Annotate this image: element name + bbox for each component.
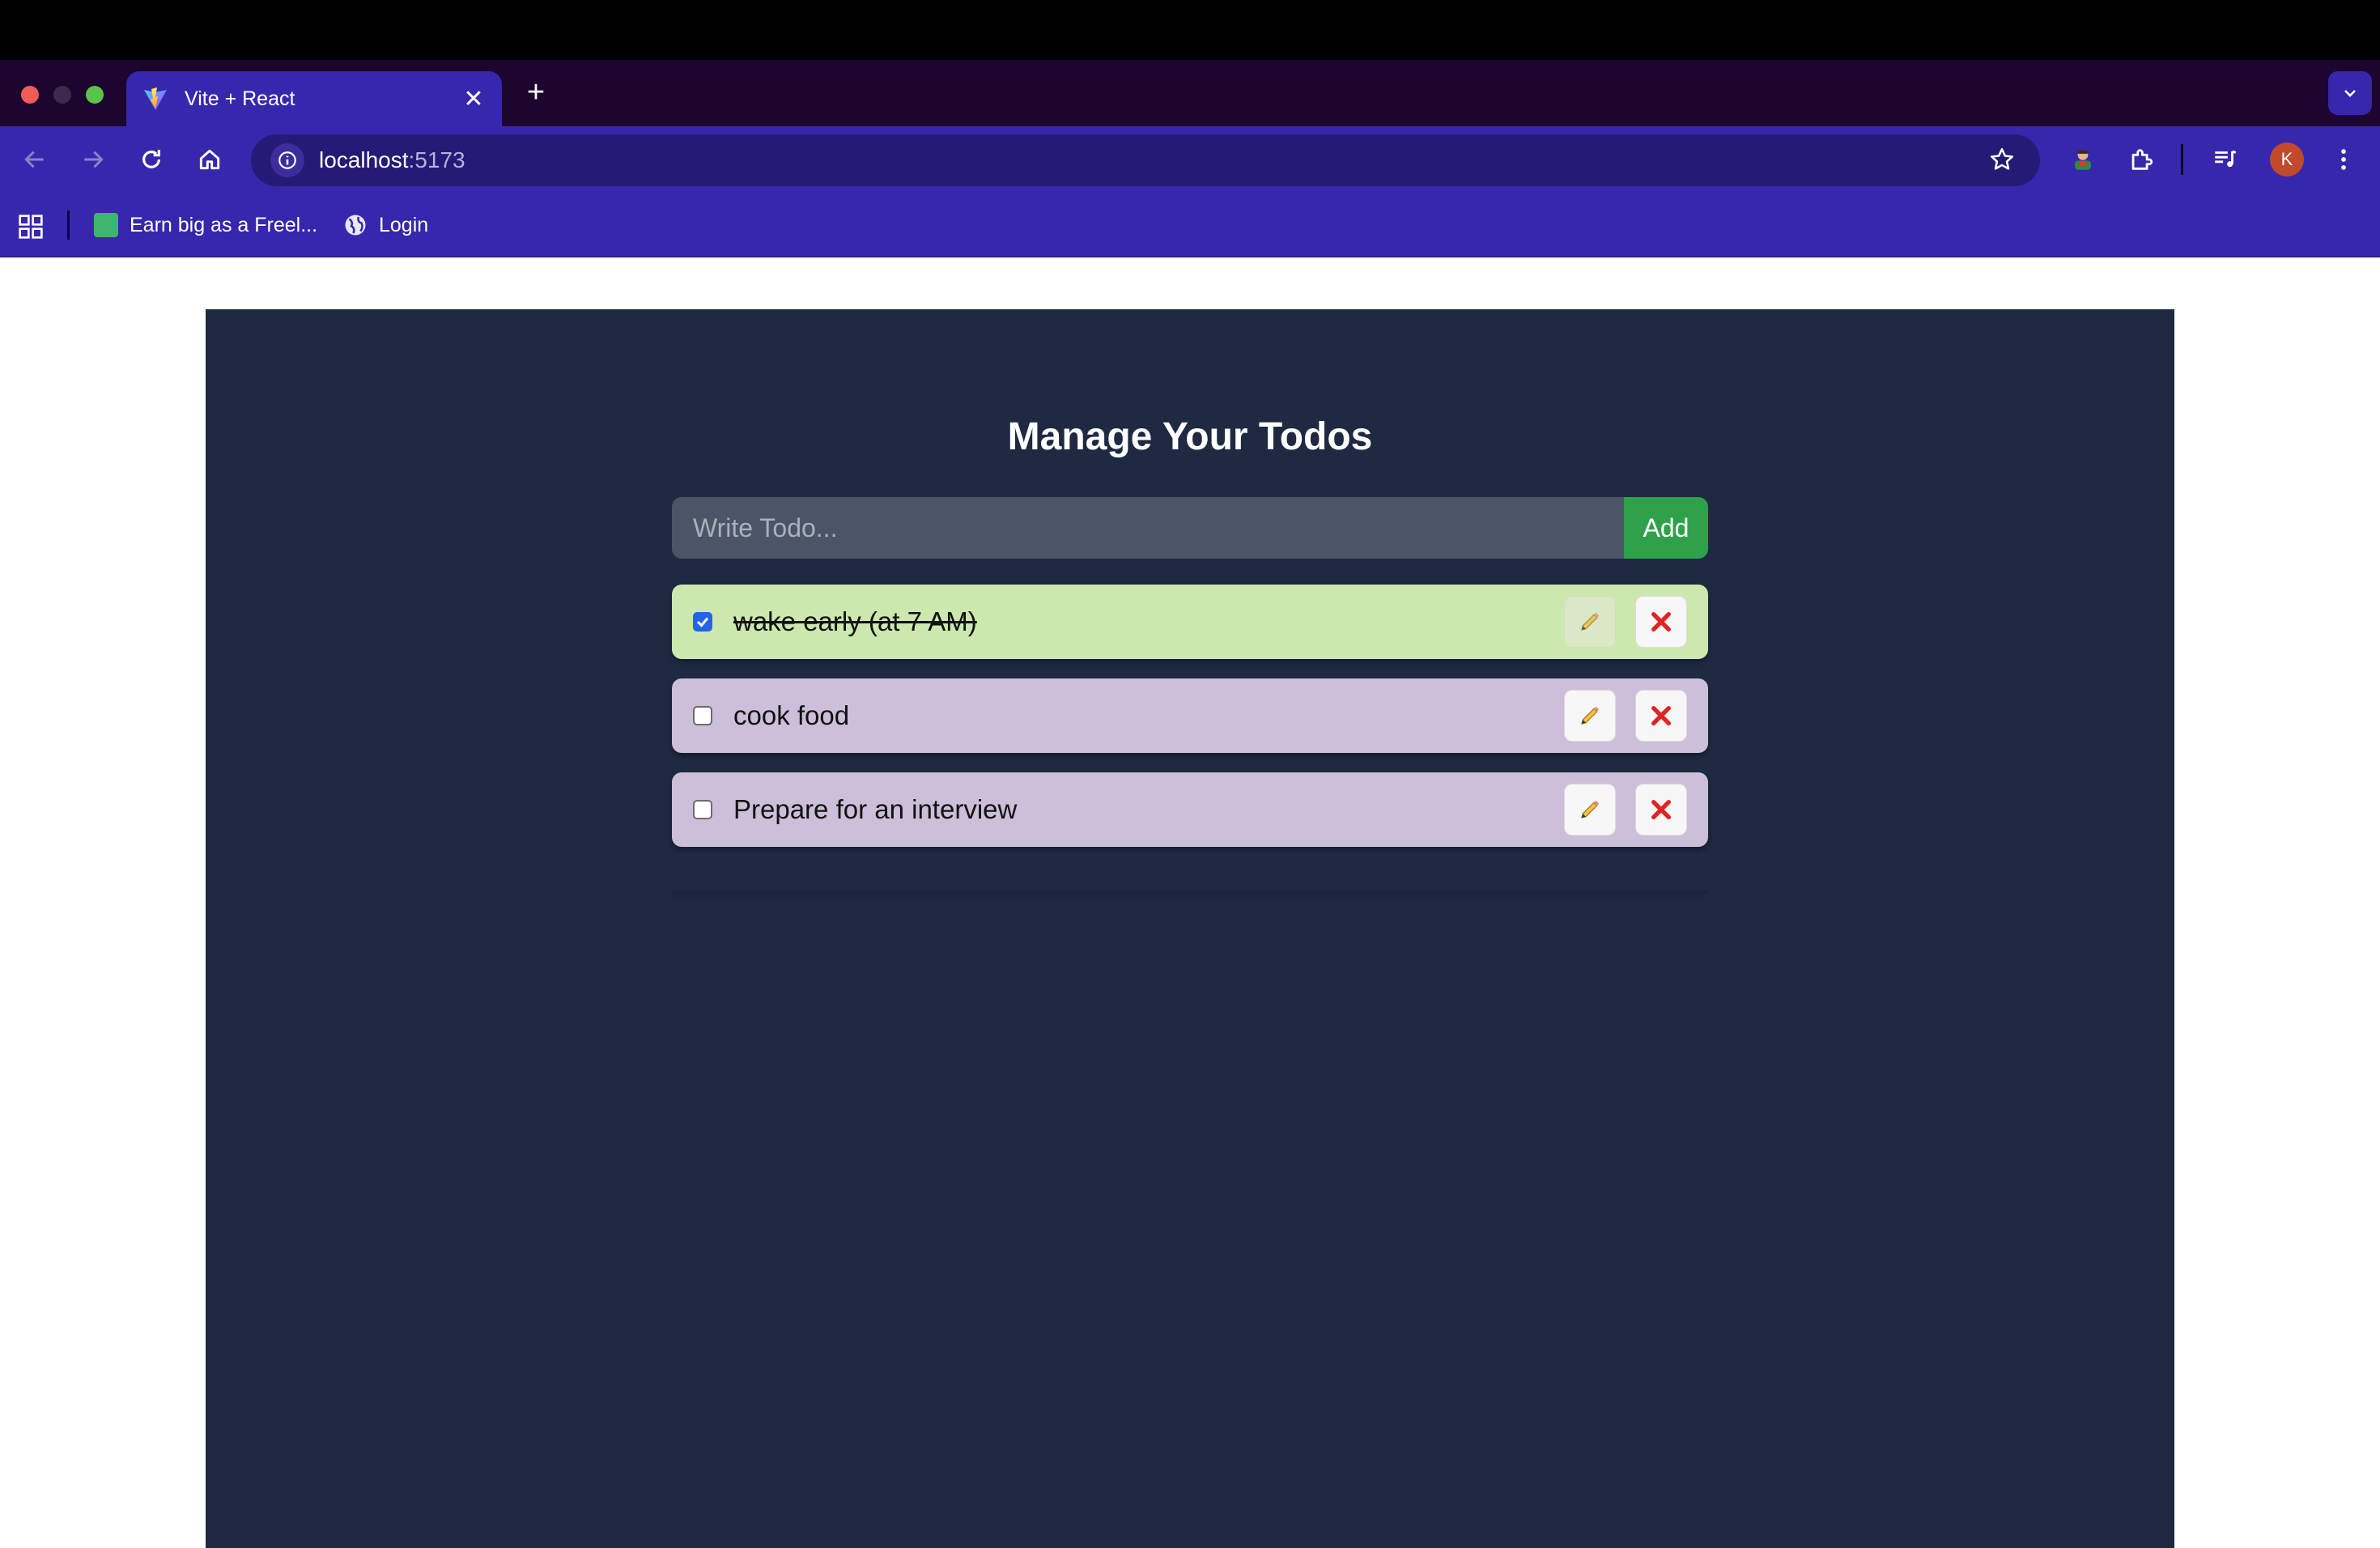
delete-todo-button[interactable] <box>1635 690 1687 742</box>
todo-checkbox[interactable] <box>693 800 712 819</box>
extensions-button[interactable] <box>2123 141 2160 178</box>
media-controls-button[interactable] <box>2207 141 2244 178</box>
playlist-music-icon <box>2215 150 2237 168</box>
reload-icon <box>142 150 160 168</box>
extension-person-icon <box>2075 149 2091 170</box>
browser-toolbar: localhost:5173 K <box>0 126 2380 193</box>
arrow-left-icon <box>24 151 44 168</box>
delete-todo-button[interactable] <box>1635 596 1687 648</box>
pencil-icon <box>1581 706 1600 725</box>
todo-list: wake early (at 7 AM) cook food Prepare f… <box>672 585 1708 866</box>
todo-checkbox[interactable] <box>693 612 712 632</box>
todo-list-shadow <box>672 891 1708 900</box>
new-tab-button[interactable]: + <box>520 75 552 109</box>
bookmark-login[interactable]: Login <box>343 209 428 241</box>
close-icon <box>1651 800 1671 819</box>
more-vertical-icon <box>2341 149 2346 170</box>
site-info-icon[interactable] <box>270 143 304 177</box>
close-icon <box>1651 612 1671 632</box>
maximize-window-button[interactable] <box>86 86 104 104</box>
todo-text[interactable]: Prepare for an interview <box>733 794 1545 825</box>
close-window-button[interactable] <box>21 86 39 104</box>
minimize-window-button[interactable] <box>53 86 71 104</box>
todo-item: wake early (at 7 AM) <box>672 585 1708 659</box>
vite-logo-icon <box>144 87 167 110</box>
page-title: Manage Your Todos <box>1007 415 1373 458</box>
extension-avatar-button[interactable] <box>2064 141 2102 178</box>
back-button[interactable] <box>16 141 53 178</box>
edit-todo-button[interactable] <box>1564 784 1616 836</box>
bookmark-star-icon[interactable] <box>1988 146 2016 173</box>
tab-close-icon[interactable]: ✕ <box>460 85 487 113</box>
bookmarks-bar: Earn big as a Freel... Login <box>0 193 2380 257</box>
url-host: localhost <box>319 147 409 172</box>
profile-avatar[interactable]: K <box>2270 142 2304 176</box>
todo-item: Prepare for an interview <box>672 772 1708 847</box>
edit-todo-button[interactable] <box>1564 596 1616 648</box>
tab-search-button[interactable] <box>2328 71 2372 115</box>
address-bar[interactable]: localhost:5173 <box>251 134 2040 186</box>
edit-todo-button[interactable] <box>1564 690 1616 742</box>
puzzle-icon <box>2131 149 2153 170</box>
todo-checkbox[interactable] <box>693 706 712 725</box>
checkmark-icon <box>696 617 709 627</box>
bookmark-label: Login <box>379 213 429 236</box>
todo-text[interactable]: cook food <box>733 700 1545 731</box>
pencil-icon <box>1581 800 1600 819</box>
delete-todo-button[interactable] <box>1635 784 1687 836</box>
globe-icon <box>345 215 366 236</box>
tab-strip: Vite + React ✕ + <box>0 60 2380 126</box>
forward-button[interactable] <box>74 141 112 178</box>
freelancer-favicon-icon <box>94 213 118 237</box>
bookmarks-divider <box>67 211 70 240</box>
todo-form: Add <box>672 497 1708 559</box>
home-icon <box>199 149 220 170</box>
tab-active[interactable]: Vite + React ✕ <box>126 71 502 126</box>
page-viewport: Manage Your Todos Add wake early (at 7 A… <box>0 257 2380 1548</box>
todo-input[interactable] <box>672 497 1624 559</box>
add-todo-button[interactable]: Add <box>1624 497 1708 559</box>
arrow-right-icon <box>84 151 104 168</box>
reload-button[interactable] <box>133 141 170 178</box>
apps-grid-icon[interactable] <box>18 214 44 240</box>
system-top-band <box>0 0 2380 60</box>
url-port: :5173 <box>408 147 465 172</box>
pencil-icon <box>1581 612 1600 631</box>
bookmark-freelancer[interactable]: Earn big as a Freel... <box>94 209 317 241</box>
todo-app-container: Manage Your Todos Add wake early (at 7 A… <box>206 309 2174 1548</box>
close-icon <box>1651 706 1671 725</box>
tab-title: Vite + React <box>185 87 295 110</box>
bookmark-label: Earn big as a Freel... <box>130 213 318 236</box>
chevron-down-icon <box>2344 90 2356 97</box>
todo-item: cook food <box>672 678 1708 753</box>
home-button[interactable] <box>191 141 228 178</box>
todo-text[interactable]: wake early (at 7 AM) <box>733 606 1545 637</box>
toolbar-divider <box>2181 144 2183 175</box>
browser-menu-button[interactable] <box>2325 141 2362 178</box>
